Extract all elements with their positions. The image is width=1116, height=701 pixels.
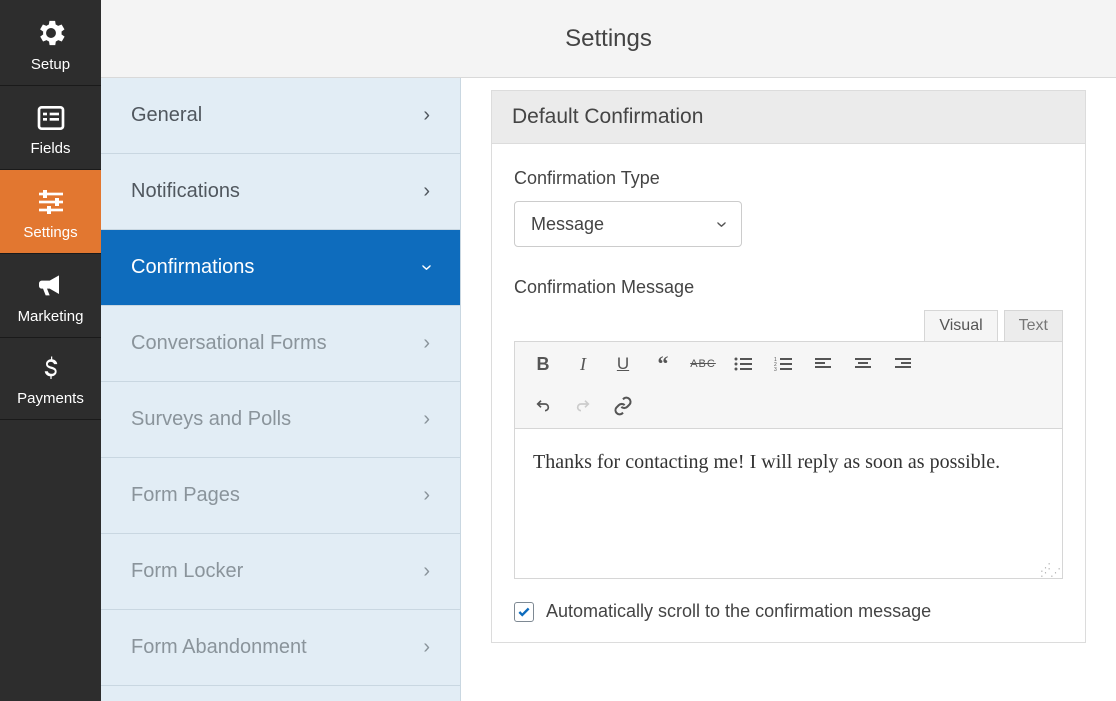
nav-payments[interactable]: Payments [0,338,101,420]
resize-handle[interactable]: ⋰⋰⋰ [1040,566,1060,576]
dollar-icon [36,354,66,384]
nav-setup-label: Setup [31,56,70,73]
undo-button[interactable] [525,390,561,422]
list-icon [35,102,67,134]
editor-toolbar: B I U “ ABC 123 [514,341,1063,429]
nav-marketing[interactable]: Marketing [0,254,101,338]
sidebar-item-label: General [131,104,202,127]
sidebar-item-label: Form Locker [131,560,243,583]
sidebar-item-label: Confirmations [131,256,254,279]
link-button[interactable] [605,390,641,422]
nav-setup[interactable]: Setup [0,0,101,86]
nav-sidebar: Setup Fields Settings Marketing Payments [0,0,101,701]
nav-fields[interactable]: Fields [0,86,101,170]
bold-button[interactable]: B [525,348,561,380]
tab-text-label: Text [1019,317,1048,334]
nav-settings-label: Settings [23,224,77,241]
chevron-right-icon: › [423,484,430,507]
auto-scroll-checkbox[interactable] [514,602,534,622]
sidebar-item-general[interactable]: General › [101,78,460,154]
sidebar-item-form-locker[interactable]: Form Locker › [101,534,460,610]
redo-button[interactable] [565,390,601,422]
confirmation-type-select[interactable]: Message › [514,201,742,247]
content-area: General › Notifications › Confirmations … [101,78,1116,701]
panel-header: Default Confirmation [492,91,1085,144]
chevron-right-icon: › [423,180,430,203]
confirmation-panel: Default Confirmation Confirmation Type M… [461,78,1116,701]
sidebar-item-surveys-polls[interactable]: Surveys and Polls › [101,382,460,458]
page-header: Settings [101,0,1116,78]
tab-visual[interactable]: Visual [924,310,997,341]
numbered-list-button[interactable]: 123 [765,348,801,380]
nav-payments-label: Payments [17,390,84,407]
auto-scroll-row[interactable]: Automatically scroll to the confirmation… [514,601,1063,622]
sidebar-item-label: Form Abandonment [131,636,307,659]
sidebar-item-label: Surveys and Polls [131,408,291,431]
sidebar-item-form-abandonment[interactable]: Form Abandonment › [101,610,460,686]
chevron-down-icon: › [415,264,438,271]
panel-body: Confirmation Type Message › Confirmation… [492,144,1085,642]
bullet-list-button[interactable] [725,348,761,380]
panel-card: Default Confirmation Confirmation Type M… [491,90,1086,643]
settings-sidebar: General › Notifications › Confirmations … [101,78,461,701]
svg-text:3: 3 [774,367,777,371]
tab-text[interactable]: Text [1004,310,1063,341]
page-title: Settings [565,25,652,53]
chevron-right-icon: › [423,560,430,583]
underline-button[interactable]: U [605,348,641,380]
select-value: Message [531,214,604,235]
align-left-button[interactable] [805,348,841,380]
blockquote-button[interactable]: “ [645,348,681,380]
editor-content: Thanks for contacting me! I will reply a… [533,451,1000,473]
sidebar-item-label: Conversational Forms [131,332,327,355]
sidebar-item-confirmations[interactable]: Confirmations › [101,230,460,306]
sliders-icon [35,186,67,218]
nav-settings[interactable]: Settings [0,170,101,254]
nav-fields-label: Fields [30,140,70,157]
sidebar-item-form-pages[interactable]: Form Pages › [101,458,460,534]
gear-icon [34,16,68,50]
bullhorn-icon [35,270,67,302]
sidebar-item-notifications[interactable]: Notifications › [101,154,460,230]
align-right-button[interactable] [885,348,921,380]
sidebar-item-conversational-forms[interactable]: Conversational Forms › [101,306,460,382]
auto-scroll-label: Automatically scroll to the confirmation… [546,601,931,622]
align-center-button[interactable] [845,348,881,380]
confirmation-type-label: Confirmation Type [514,168,1063,189]
chevron-right-icon: › [423,104,430,127]
nav-marketing-label: Marketing [18,308,84,325]
sidebar-item-label: Form Pages [131,484,240,507]
editor-tabs: Visual Text [514,310,1063,341]
chevron-down-icon: › [710,221,733,228]
italic-button[interactable]: I [565,348,601,380]
editor-body[interactable]: Thanks for contacting me! I will reply a… [514,429,1063,579]
panel-title: Default Confirmation [512,105,703,128]
confirmation-message-label: Confirmation Message [514,277,1063,298]
sidebar-item-label: Notifications [131,180,240,203]
chevron-right-icon: › [423,332,430,355]
main-area: Settings General › Notifications › Confi… [101,0,1116,701]
strikethrough-button[interactable]: ABC [685,348,721,380]
tab-visual-label: Visual [939,317,982,334]
chevron-right-icon: › [423,636,430,659]
chevron-right-icon: › [423,408,430,431]
editor: Visual Text B I U “ ABC [514,310,1063,579]
